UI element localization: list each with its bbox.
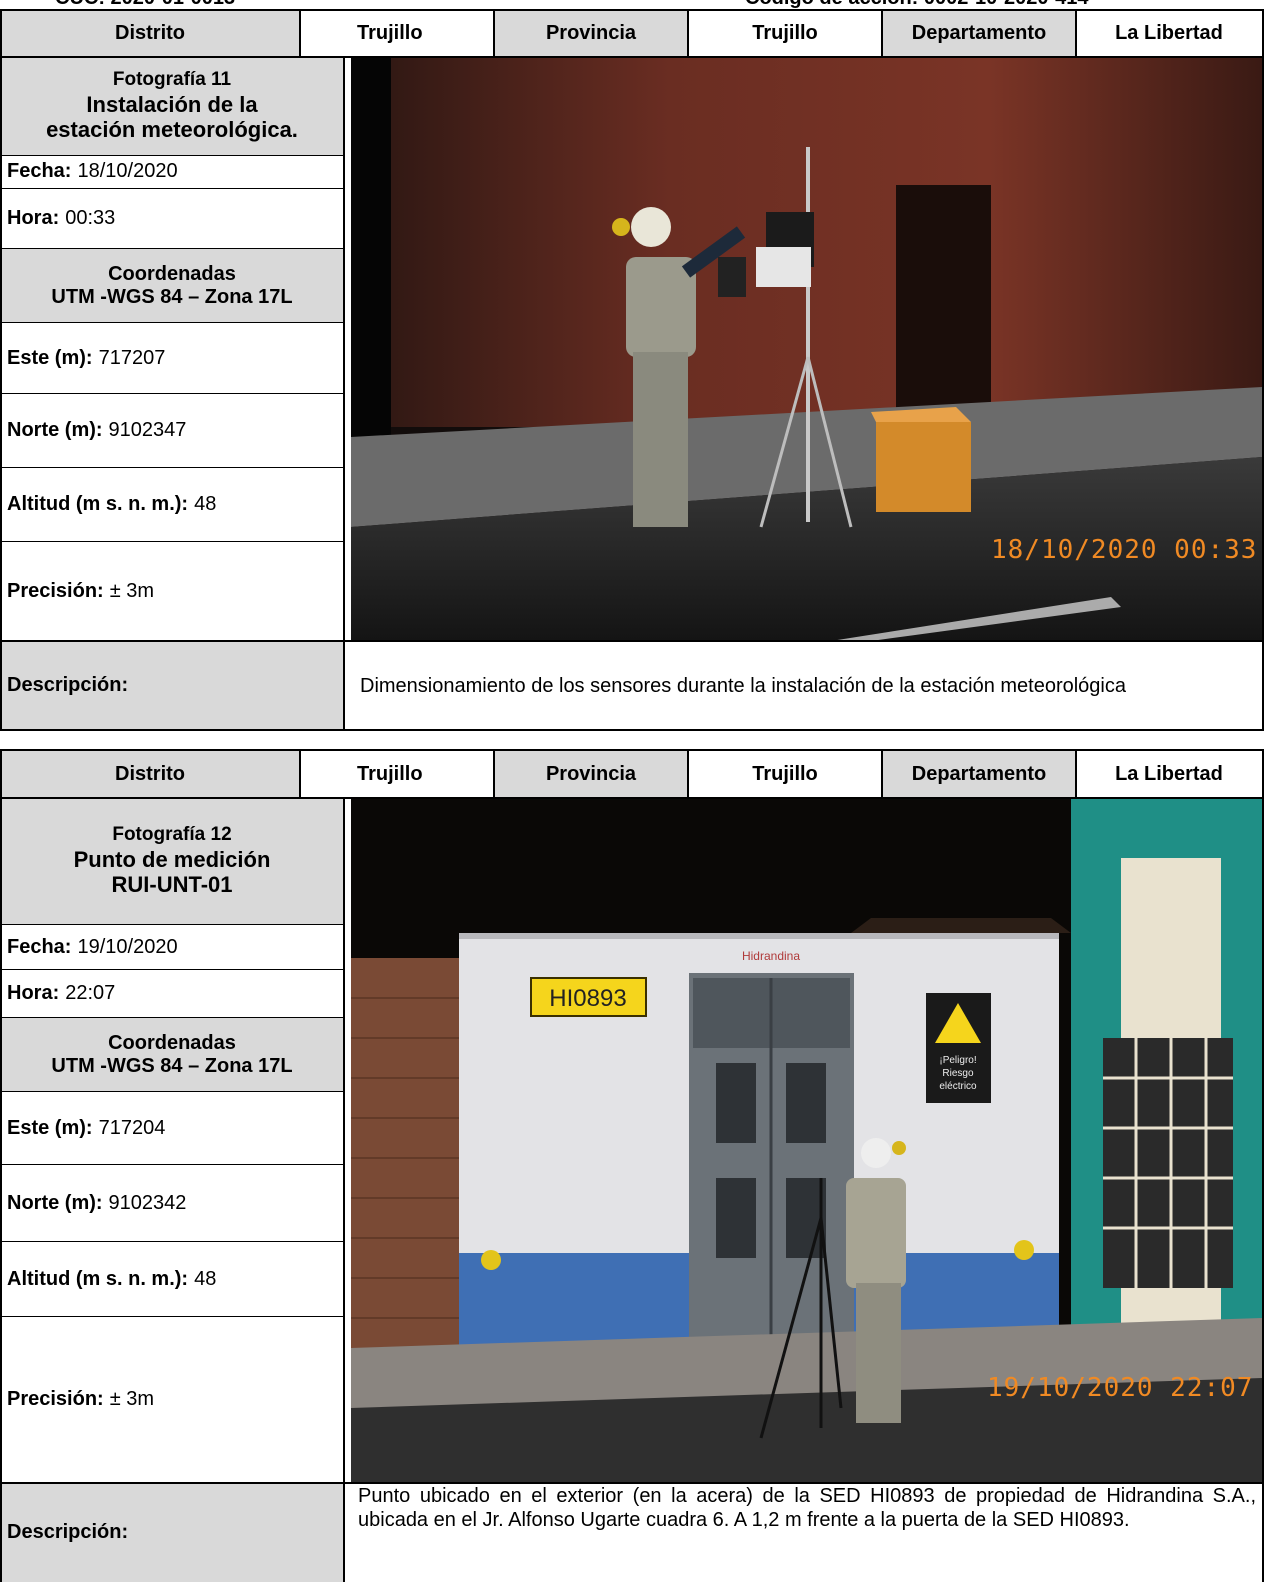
department-label: Departamento [911,762,1047,785]
coords-title: Coordenadas UTM -WGS 84 – Zona 17L [51,1031,293,1077]
photo-number: Fotografía 11 [112,69,232,91]
north-row: Norte (m): 9102347 [7,419,187,441]
time-row: Hora: 00:33 [7,207,116,229]
photo-number: Fotografía 12 [112,824,232,846]
date-row: Fecha: 19/10/2020 [7,935,178,958]
photo-timestamp: 18/10/2020 00:33 [991,535,1258,565]
province-value: Trujillo [752,762,818,785]
precision-row: Precisión: ± 3m [7,579,155,602]
time-row: Hora: 22:07 [7,982,116,1004]
district-label: Distrito [115,762,185,785]
east-row: Este (m): 717207 [7,346,166,369]
coords-title: Coordenadas UTM -WGS 84 – Zona 17L [51,262,293,308]
description-text: Dimensionamiento de los sensores durante… [360,674,1126,697]
svg-text:Riesgo: Riesgo [942,1068,974,1079]
description-text: Punto ubicado en el exterior (en la acer… [358,1485,1256,1531]
province-label: Provincia [545,762,637,785]
altitude-row: Altitud (m s. n. m.): 48 [7,493,217,515]
precision-row: Precisión: ± 3m [7,1388,155,1410]
province-label: Provincia [545,22,637,44]
east-row: Este (m): 717204 [7,1116,166,1139]
north-row: Norte (m): 9102342 [7,1191,187,1214]
district-value: Trujillo [357,762,423,785]
photo-weather-station: 18/10/2020 00:33 [351,57,1262,641]
district-value: Trujillo [357,22,423,44]
district-label: Distrito [115,22,185,44]
description-label: Descripción: [7,1521,129,1543]
department-value: La Libertad [1115,762,1223,785]
photo-title: Fotografía 11 Instalación de la estación… [46,69,298,143]
department-value: La Libertad [1115,22,1223,44]
svg-text:¡Peligro!: ¡Peligro! [939,1055,976,1066]
svg-text:eléctrico: eléctrico [939,1081,977,1092]
station-code-sign: HI0893 [549,985,626,1012]
date-row: Fecha: 18/10/2020 [7,160,178,182]
altitude-row: Altitud (m s. n. m.): 48 [7,1267,217,1290]
province-value: Trujillo [752,22,818,44]
description-label: Descripción: [7,674,129,696]
department-label: Departamento [911,22,1047,44]
svg-text:Hidrandina: Hidrandina [742,949,800,963]
photo-measurement-point: HI0893 Hidrandina ¡Peligro! Riesgo eléct… [351,798,1262,1482]
photo-timestamp: 19/10/2020 22:07 [987,1373,1254,1403]
photo-title: Fotografía 12 Punto de medición RUI-UNT-… [73,824,271,898]
